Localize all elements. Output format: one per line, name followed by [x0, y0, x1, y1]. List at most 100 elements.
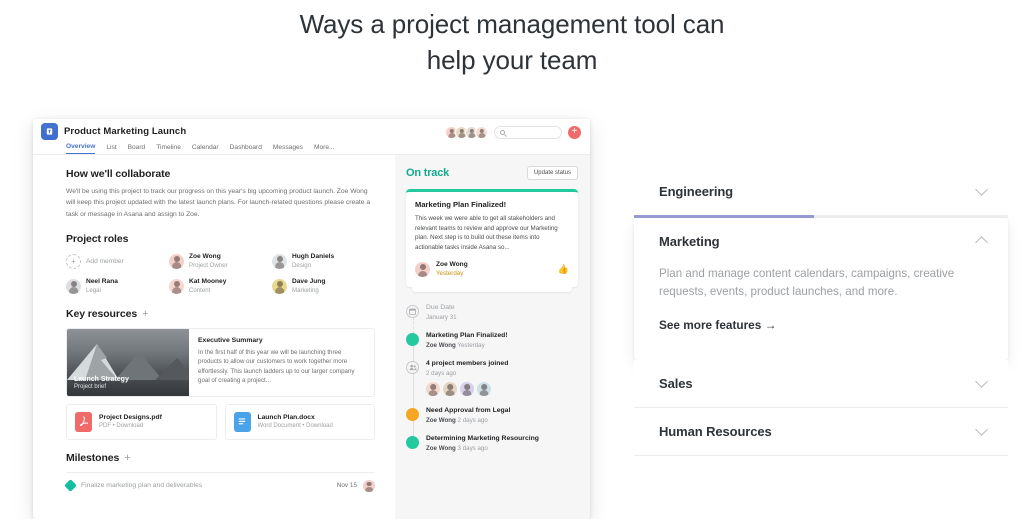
role-member[interactable]: Kat Mooney Content — [169, 278, 272, 295]
mountain-illustration — [67, 343, 189, 380]
member-name: Kat Mooney — [189, 277, 227, 285]
accordion-header-human-resources[interactable]: Human Resources — [634, 408, 1008, 455]
member-name: Zoe Wong — [189, 252, 221, 260]
activity-avatars — [426, 382, 578, 397]
activity-item-approval[interactable]: Need Approval from Legal Zoe Wong 2 days… — [406, 407, 578, 438]
avatar — [169, 253, 184, 269]
role-member[interactable]: Dave Jung Marketing — [272, 278, 375, 295]
tab-dashboard[interactable]: Dashboard — [230, 144, 262, 154]
status-time: Yesterday — [436, 270, 464, 278]
activity-sub: Zoe Wong Yesterday — [426, 342, 578, 349]
resource-overlay-title: Launch Strategy — [74, 375, 129, 383]
activity-item-resourcing[interactable]: Determining Marketing Resourcing Zoe Won… — [406, 435, 578, 452]
role-member[interactable]: Neel Rana Legal — [66, 278, 169, 295]
accordion-header-sales[interactable]: Sales — [634, 360, 1008, 407]
avatar — [272, 253, 287, 269]
search-icon — [500, 130, 505, 135]
chevron-down-icon — [975, 374, 988, 388]
accordion-description: Plan and manage content calendars, campa… — [659, 266, 955, 299]
member-avatar-stack[interactable] — [445, 126, 488, 139]
avatar — [272, 278, 287, 294]
tab-more[interactable]: More... — [314, 144, 335, 154]
features-accordion: Engineering Marketing Plan and manage co… — [634, 168, 1008, 456]
accordion-body-marketing: Plan and manage content calendars, campa… — [634, 265, 1008, 360]
activity-time: 3 days ago — [457, 445, 488, 453]
member-role: Design — [292, 261, 311, 269]
tab-list[interactable]: List — [106, 144, 116, 154]
status-header: On track Update status — [406, 166, 578, 180]
search-input[interactable] — [494, 126, 562, 139]
accordion-header-engineering[interactable]: Engineering — [634, 168, 1008, 215]
page-root: Ways a project management tool can help … — [0, 0, 1024, 519]
app-screenshot-window: Product Marketing Launch Overview List B… — [33, 119, 590, 519]
activity-item-due-date[interactable]: Due Date January 31 — [406, 304, 578, 335]
avatar — [460, 382, 474, 397]
accordion-item-sales[interactable]: Sales — [634, 359, 1008, 408]
milestone-date: Nov 15 — [336, 482, 357, 490]
tab-timeline[interactable]: Timeline — [156, 144, 181, 154]
avatar — [363, 479, 375, 492]
accordion-item-human-resources[interactable]: Human Resources — [634, 407, 1008, 456]
feed-connector — [412, 373, 414, 410]
accordion-header-marketing[interactable]: Marketing — [634, 218, 1008, 265]
status-dot-icon — [406, 408, 419, 422]
overview-right-pane: On track Update status Marketing Plan Fi… — [395, 155, 590, 519]
tab-calendar[interactable]: Calendar — [192, 144, 219, 154]
key-resources-header: Key resources + — [66, 308, 375, 320]
activity-sub: 2 days ago — [426, 370, 457, 378]
file-card[interactable]: Launch Plan.docx Word Document • Downloa… — [224, 403, 375, 440]
activity-title: Need Approval from Legal — [426, 407, 511, 415]
page-title-line-2: help your team — [426, 45, 598, 75]
add-milestone-button[interactable]: + — [124, 452, 130, 463]
status-author: Zoe Wong — [436, 261, 468, 269]
resource-description: In the first half of this year we will b… — [198, 348, 355, 385]
status-update-card[interactable]: Marketing Plan Finalized! This week we w… — [406, 189, 578, 288]
resource-thumb-caption: Launch Strategy Project brief — [74, 376, 129, 390]
collaborate-heading: How we'll collaborate — [66, 168, 171, 180]
activity-item-members-joined[interactable]: 4 project members joined 2 days ago — [406, 360, 578, 410]
avatar — [426, 382, 440, 397]
see-more-features-link[interactable]: See more features → — [659, 318, 776, 332]
project-icon — [41, 123, 58, 140]
avatar — [66, 278, 81, 294]
file-name: Project Designs.pdf — [99, 414, 162, 422]
add-resource-button[interactable]: + — [142, 308, 148, 319]
milestone-complete-icon — [64, 479, 77, 493]
accordion-title: Engineering — [659, 184, 734, 199]
add-button[interactable]: + — [568, 126, 581, 139]
resource-card[interactable]: Launch Strategy Project brief Executive … — [66, 327, 375, 397]
accordion-item-engineering[interactable]: Engineering — [634, 168, 1008, 218]
file-attachments: Project Designs.pdf PDF • Download Launc… — [66, 403, 375, 440]
resource-thumbnail: Launch Strategy Project brief — [67, 328, 189, 396]
resource-title: Executive Summary — [198, 336, 263, 344]
role-member[interactable]: Hugh Daniels Design — [272, 253, 375, 270]
activity-title: Determining Marketing Resourcing — [426, 435, 539, 443]
role-member[interactable]: Zoe Wong Project Owner — [169, 253, 272, 270]
chevron-down-icon — [975, 422, 988, 436]
file-card[interactable]: Project Designs.pdf PDF • Download — [66, 403, 217, 440]
member-role: Project Owner — [189, 261, 228, 269]
accordion-title: Sales — [659, 375, 693, 391]
thumbs-up-icon[interactable]: 👍 — [558, 264, 569, 275]
add-member-label: Add member — [86, 257, 124, 265]
file-meta: Word Document • Download — [257, 423, 333, 430]
activity-title: 4 project members joined — [426, 360, 509, 368]
member-name: Hugh Daniels — [292, 252, 335, 260]
tab-overview[interactable]: Overview — [66, 143, 96, 154]
tab-board[interactable]: Board — [128, 144, 146, 154]
activity-item-status[interactable]: Marketing Plan Finalized! Zoe Wong Yeste… — [406, 332, 578, 363]
milestone-row[interactable]: Finalize marketing plan and deliverables… — [64, 471, 375, 493]
activity-time: 2 days ago — [457, 417, 488, 425]
avatar[interactable] — [475, 126, 488, 139]
tab-messages[interactable]: Messages — [273, 144, 303, 154]
app-topbar: Product Marketing Launch Overview List B… — [33, 119, 590, 155]
activity-title: Marketing Plan Finalized! — [426, 332, 508, 340]
project-roles-heading: Project roles — [66, 232, 129, 245]
calendar-icon — [406, 305, 419, 319]
accordion-item-marketing[interactable]: Marketing Plan and manage content calend… — [634, 217, 1008, 360]
resource-overlay-subtitle: Project brief — [74, 383, 107, 390]
page-title-line-1: Ways a project management tool can — [299, 9, 725, 39]
activity-title: Due Date — [426, 304, 455, 312]
add-member-button[interactable]: + Add member — [66, 253, 169, 270]
update-status-button[interactable]: Update status — [526, 166, 578, 180]
